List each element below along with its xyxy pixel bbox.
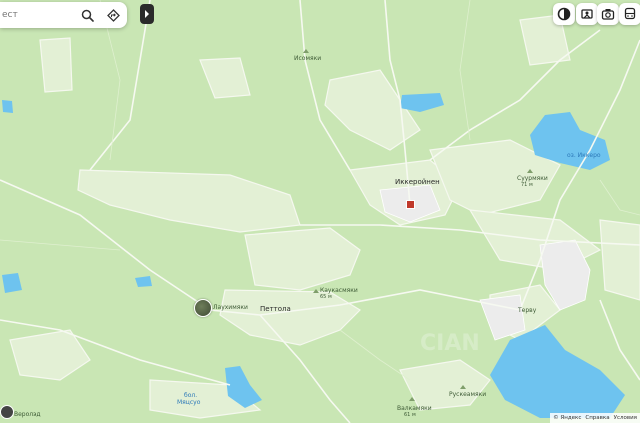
- chevron-right-icon: [145, 10, 149, 18]
- watermark: CIAN: [420, 331, 480, 356]
- place-label-pettola: Петтола: [260, 305, 291, 313]
- route-icon: [106, 8, 120, 22]
- bog-label-1: бол.: [184, 392, 198, 399]
- location-marker[interactable]: [406, 200, 415, 209]
- panorama-button[interactable]: [576, 3, 598, 25]
- search-icon: [81, 9, 94, 22]
- help-link[interactable]: Справка: [585, 415, 609, 421]
- copyright-brand: © Яндекс: [553, 415, 582, 421]
- hill-height-kaukasmyaki: 65 м: [320, 294, 332, 300]
- photos-button[interactable]: [597, 3, 619, 25]
- search-button[interactable]: [77, 5, 97, 25]
- photo-marker-2[interactable]: [0, 405, 14, 419]
- place-label-isomyaki: Исомяки: [294, 55, 322, 62]
- bog-label-2: Мяцсуо: [177, 399, 201, 406]
- place-label-ikkeroinen: Иккеройнен: [395, 178, 440, 186]
- hill-label-kaukasmyaki: Каукасмяки: [320, 287, 358, 294]
- camera-icon: [601, 9, 615, 20]
- hill-height-suurmyaki: 71 м: [521, 182, 533, 188]
- copyright-bar: © Яндекс Справка Условия: [550, 413, 640, 423]
- bus-icon: [624, 7, 636, 20]
- photo-marker[interactable]: [194, 299, 212, 317]
- transport-button[interactable]: [619, 3, 640, 25]
- map-canvas[interactable]: CIAN: [0, 0, 640, 423]
- toggle-panel-button[interactable]: [140, 4, 154, 24]
- layers-icon: [557, 7, 571, 21]
- terms-link[interactable]: Условия: [614, 415, 637, 421]
- place-label-ruskeamyaki: Рускеамяки: [449, 391, 487, 398]
- hill-label-valkamyaki: Валкамяки: [397, 405, 432, 412]
- svg-text:CIAN: CIAN: [420, 331, 480, 356]
- place-label-lauhimyaki: Лаухимяки: [213, 304, 248, 311]
- lake-label: оз. Иккеро: [567, 152, 601, 159]
- hill-label-suurmyaki: Суурмяки: [517, 175, 548, 182]
- hill-height-valkamyaki: 61 м: [404, 412, 416, 418]
- place-label-veroyal: Веролэд: [14, 411, 41, 418]
- place-label-terva: Терву: [518, 307, 537, 314]
- route-button[interactable]: [103, 5, 123, 25]
- search-panel: [0, 2, 127, 28]
- panorama-icon: [581, 9, 593, 19]
- search-input[interactable]: [0, 2, 72, 28]
- layers-button[interactable]: [553, 3, 575, 25]
